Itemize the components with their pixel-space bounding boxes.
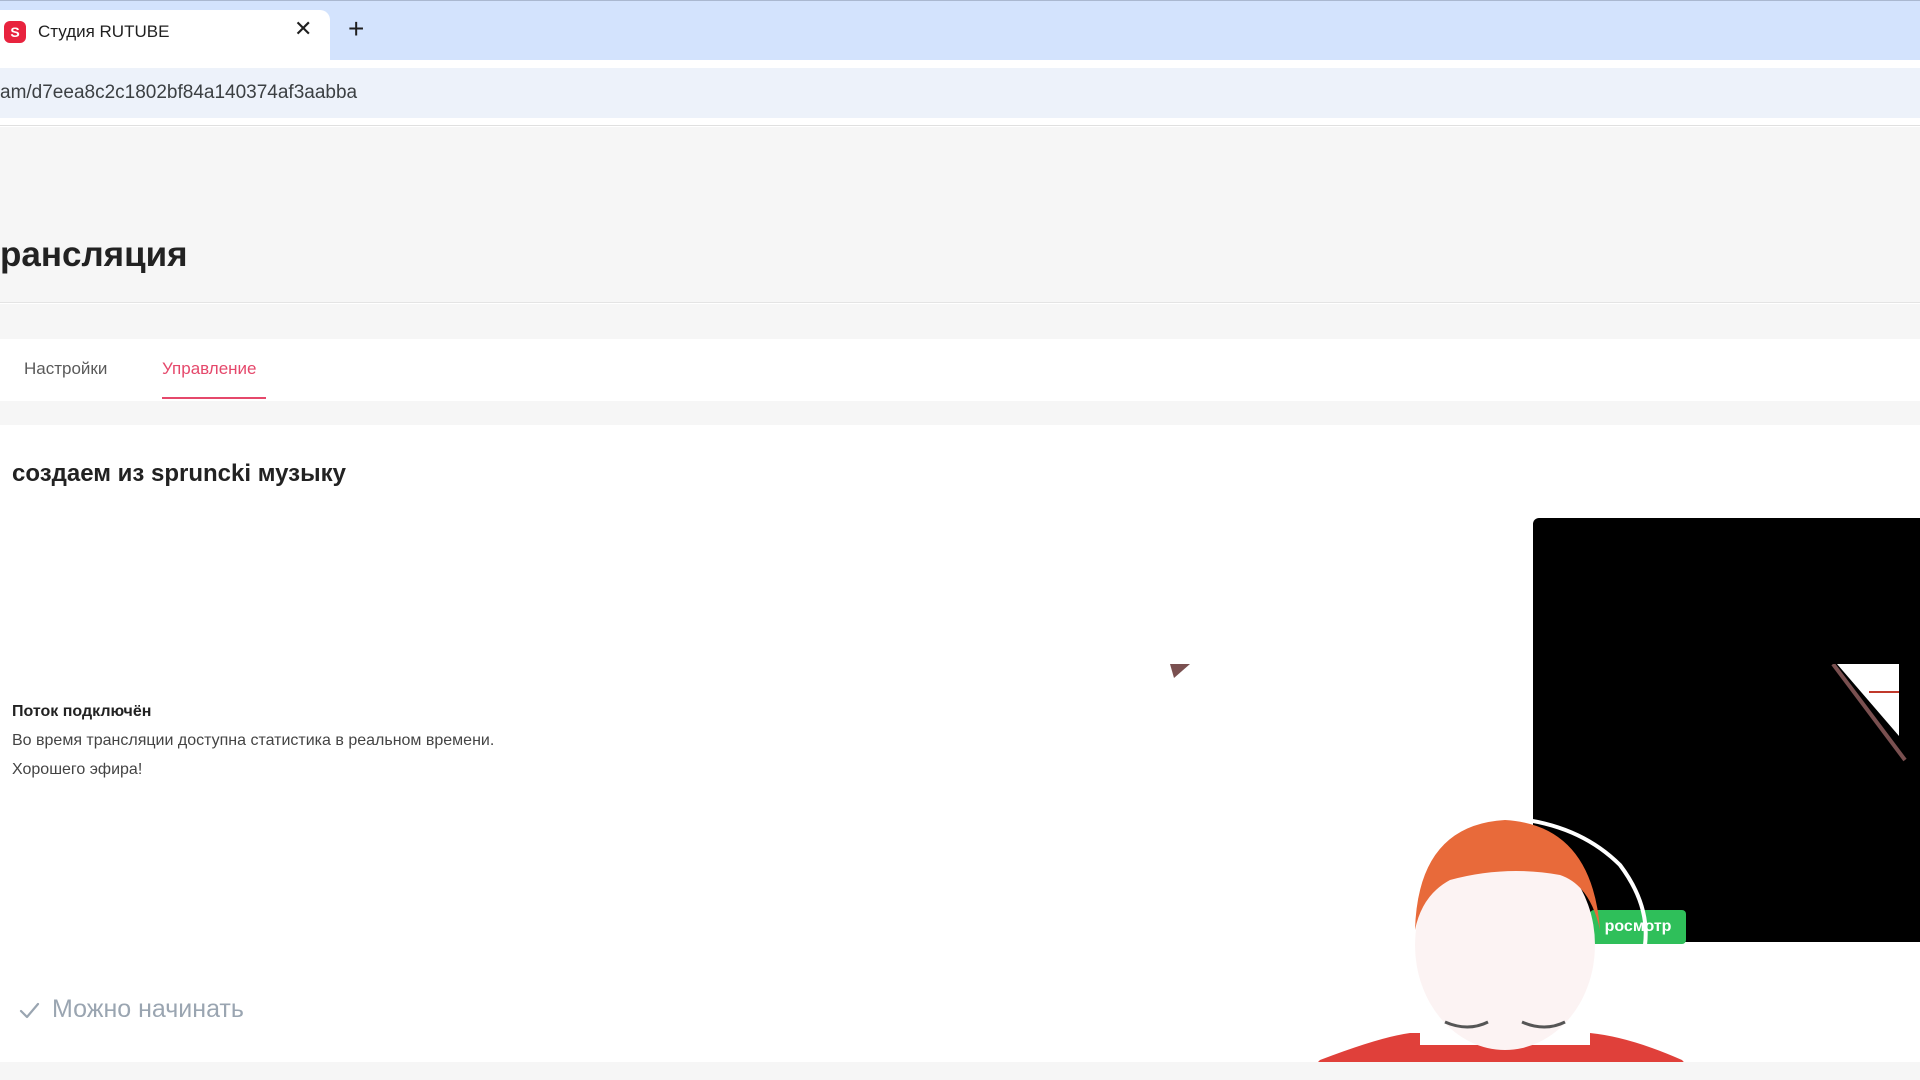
cursor-artifact-icon <box>1170 664 1190 678</box>
preview-frame-icon <box>1831 664 1907 762</box>
page-tabs: Настройки Управление <box>0 339 1920 401</box>
url-text[interactable]: am/d7eea8c2c1802bf84a140374af3aabba <box>0 82 357 104</box>
stream-title: создаем из sprunckі музыку <box>12 460 346 487</box>
tab-management[interactable]: Управление <box>162 359 257 379</box>
ready-label: Можно начинать <box>52 995 244 1023</box>
check-icon <box>19 1002 40 1018</box>
spacer <box>0 401 1920 425</box>
browser-tab[interactable]: S Студия RUTUBE ✕ <box>0 10 330 61</box>
page-header: рансляция <box>0 127 1920 303</box>
ready-status: Можно начинать <box>18 995 244 1024</box>
webcam-overlay <box>1300 814 1700 1080</box>
tab-settings[interactable]: Настройки <box>24 359 107 379</box>
stream-status-text: Во время трансляции доступна статистика … <box>12 732 495 749</box>
browser-toolbar: am/d7eea8c2c1802bf84a140374af3aabba <box>0 60 1920 126</box>
stream-status-heading: Поток подключён <box>12 703 152 720</box>
active-tab-indicator <box>162 397 266 399</box>
plus-icon[interactable]: + <box>348 15 364 43</box>
address-bar[interactable]: am/d7eea8c2c1802bf84a140374af3aabba <box>0 68 1920 118</box>
browser-tab-strip: S Студия RUTUBE ✕ + <box>0 0 1920 61</box>
browser-tab-title: Студия RUTUBE <box>38 22 170 41</box>
close-icon[interactable]: ✕ <box>294 18 312 40</box>
page-title: рансляция <box>0 235 188 274</box>
stream-status-greeting: Хорошего эфира! <box>12 761 143 778</box>
spacer <box>0 304 1920 339</box>
rutube-studio-icon: S <box>4 21 26 43</box>
bottom-bar <box>0 1062 1920 1080</box>
